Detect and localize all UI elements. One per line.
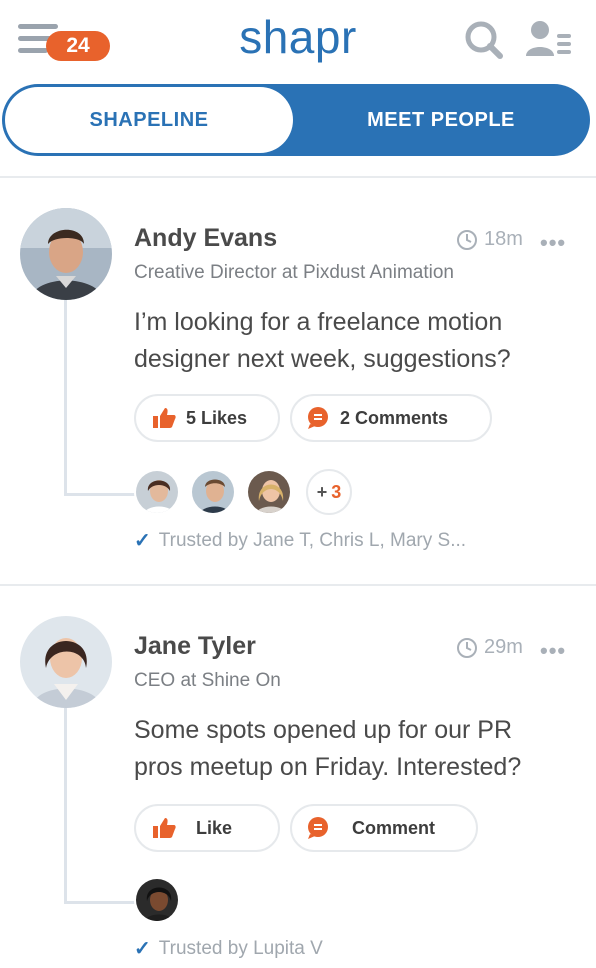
trusted-by-label: Trusted by Jane T, Chris L, Mary S... — [158, 529, 467, 551]
more-options-button[interactable]: ••• — [540, 230, 566, 256]
post-time: 29m — [456, 636, 523, 659]
profile-button[interactable] — [524, 18, 574, 62]
post-time: 18m — [456, 228, 523, 251]
time-label: 18m — [484, 228, 523, 250]
thumbs-up-icon — [152, 817, 176, 839]
author-name[interactable]: Jane Tyler — [134, 632, 256, 661]
author-role: CEO at Shine On — [134, 670, 281, 691]
clock-icon — [457, 637, 477, 658]
tab-meet-people[interactable]: MEET PEOPLE — [296, 87, 586, 153]
checkmark-icon: ✓ — [134, 938, 151, 960]
app-header: 24 shapr — [0, 0, 596, 80]
trusted-avatar[interactable] — [246, 469, 292, 515]
comments-count: 2 Comments — [340, 407, 449, 428]
search-icon — [465, 21, 503, 59]
trusted-by[interactable]: ✓ Trusted by Lupita V — [134, 936, 323, 961]
app-logo: shapr — [239, 11, 357, 63]
comment-bubble-icon — [306, 816, 330, 840]
more-options-button[interactable]: ••• — [540, 638, 566, 664]
checkmark-icon: ✓ — [134, 530, 151, 552]
trusted-avatar[interactable] — [190, 469, 236, 515]
post-card: Jane Tyler 29m ••• CEO at Shine On Some … — [0, 586, 596, 968]
thumbs-up-icon — [152, 407, 176, 429]
post-text: I’m looking for a freelance motion desig… — [134, 308, 511, 373]
like-button[interactable]: 5 Likes — [134, 394, 280, 442]
more-trusted-count: 3 — [331, 481, 342, 502]
trusted-by-label: Trusted by Lupita V — [158, 937, 323, 959]
thread-line — [64, 288, 67, 496]
trusted-by[interactable]: ✓ Trusted by Jane T, Chris L, Mary S... — [134, 528, 466, 553]
like-button[interactable]: Like — [134, 804, 280, 852]
profile-list-icon — [526, 21, 571, 56]
thread-line — [64, 901, 140, 904]
time-label: 29m — [484, 636, 523, 658]
clock-icon — [457, 229, 477, 250]
post-text: Some spots opened up for our PR pros mee… — [134, 716, 522, 781]
thread-line — [64, 493, 140, 496]
avatar[interactable] — [20, 616, 112, 708]
author-role: Creative Director at Pixdust Animation — [134, 262, 454, 283]
plus-icon: + — [316, 481, 328, 502]
tab-shapeline[interactable]: SHAPELINE — [5, 87, 293, 153]
author-name[interactable]: Andy Evans — [134, 224, 277, 253]
comment-button[interactable]: 2 Comments — [290, 394, 492, 442]
comment-bubble-icon — [306, 406, 330, 430]
comment-label: Comment — [352, 817, 436, 838]
thread-line — [64, 696, 67, 904]
comment-button[interactable]: Comment — [290, 804, 478, 852]
trusted-avatar[interactable] — [134, 877, 180, 923]
like-label: Like — [196, 817, 233, 838]
more-trusted-badge[interactable]: + 3 — [306, 469, 352, 515]
likes-count: 5 Likes — [186, 407, 248, 428]
trusted-avatar[interactable] — [134, 469, 180, 515]
search-button[interactable] — [462, 18, 506, 62]
post-card: Andy Evans 18m ••• Creative Director at … — [0, 178, 596, 584]
avatar[interactable] — [20, 208, 112, 300]
